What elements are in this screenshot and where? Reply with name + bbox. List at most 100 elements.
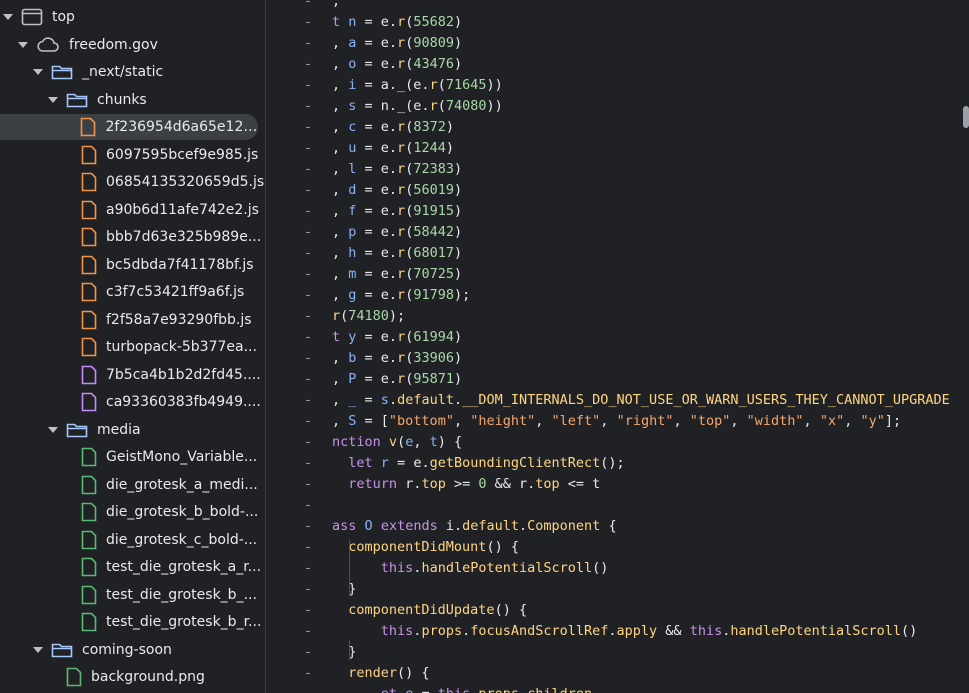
tree-file-item[interactable]: die_grotesk_b_bold-... [0, 499, 265, 525]
tree-file-item[interactable]: f2f58a7e93290fbb.js [0, 307, 265, 333]
code-token: ); [388, 308, 406, 324]
code-token: , [332, 140, 349, 156]
code-token: ) [453, 245, 463, 261]
expand-arrow-icon[interactable] [48, 426, 58, 433]
code-token: 91798 [413, 287, 454, 303]
code-token: = e. [356, 14, 398, 30]
tree-folder-item[interactable]: _next/static [0, 59, 265, 85]
indent-guide [349, 540, 350, 596]
expand-arrow-icon[interactable] [18, 41, 28, 48]
tree-file-item[interactable]: bc5dbda7f41178bf.js [0, 252, 265, 278]
tree-file-item[interactable]: test_die_grotesk_b_r... [0, 609, 265, 635]
code-token: = e. [356, 224, 398, 240]
tree-file-item[interactable]: 06854135320659d5.js [0, 169, 265, 195]
code-token: <= t [559, 476, 601, 492]
tree-file-item[interactable]: 6097595bcef9e985.js [0, 142, 265, 168]
tree-folder-item[interactable]: top [0, 4, 265, 30]
code-token: ; [332, 0, 341, 9]
code-token: . [453, 392, 463, 408]
code-viewer[interactable]: -; - t n = e.r(55682) -, a = e.r(90809) -, o… [266, 0, 969, 693]
code-token: ) [453, 371, 463, 387]
expand-arrow-icon[interactable] [48, 96, 58, 103]
line-gutter-marker: - [304, 476, 313, 492]
code-token: , [332, 77, 349, 93]
code-text: , f = e.r(91915) [332, 201, 462, 222]
tree-file-item[interactable]: bbb7d63e325b989e... [0, 224, 265, 250]
code-text: , b = e.r(33906) [332, 348, 462, 369]
line-gutter-marker: - [304, 245, 313, 261]
script-file-icon [81, 282, 97, 302]
code-token: this [380, 623, 414, 639]
code-token: )) [486, 98, 503, 114]
code-line: - , P = e.r(95871) [266, 369, 969, 390]
code-token: "right" [616, 413, 674, 429]
line-gutter-marker: - [304, 287, 313, 303]
tree-file-item[interactable]: c3f7c53421ff9a6f.js [0, 279, 265, 305]
tree-file-item[interactable]: die_grotesk_a_medi... [0, 472, 265, 498]
code-line: - , f = e.r(91915) [266, 201, 969, 222]
code-token: componentDidUpdate [348, 602, 495, 618]
tree-file-item[interactable]: turbopack-5b377ea... [0, 334, 265, 360]
code-token: r [429, 98, 438, 114]
font-file-icon [81, 530, 97, 550]
tree-file-item[interactable]: 2f236954d6a65e12.js [0, 114, 258, 140]
code-token: extends [380, 518, 438, 534]
tree-file-item[interactable]: GeistMono_Variable... [0, 444, 265, 470]
code-token: , [332, 266, 349, 282]
code-text: return r.top >= 0 && r.top <= t [332, 474, 600, 495]
code-text: , i = a._(e.r(71645)) [332, 75, 503, 96]
tree-folder-item[interactable]: media [0, 417, 265, 443]
expand-arrow-icon[interactable] [3, 14, 13, 20]
line-gutter-marker: - [304, 140, 313, 156]
line-gutter-marker: - [304, 119, 313, 135]
code-token: , [803, 413, 820, 429]
code-text: , _ = s.default.__DOM_INTERNALS_DO_NOT_U… [332, 390, 950, 411]
line-gutter-marker: - [304, 308, 313, 324]
code-token: , [332, 224, 349, 240]
code-text: , S = ["bottom", "height", "left", "righ… [332, 411, 901, 432]
tree-file-item[interactable]: die_grotesk_c_bold-... [0, 527, 265, 553]
code-token: handlePotentialScroll [421, 560, 593, 576]
code-token: . [519, 686, 527, 693]
code-token: = e. [356, 287, 398, 303]
code-token: r [397, 224, 406, 240]
tree-folder-item[interactable]: coming-soon [0, 637, 265, 663]
code-token: () [592, 560, 609, 576]
code-token: return [348, 476, 398, 492]
tree-file-item[interactable]: test_die_grotesk_b_... [0, 582, 265, 608]
code-token: , [332, 98, 349, 114]
code-token: children [527, 686, 592, 693]
tree-folder-item[interactable]: chunks [0, 87, 265, 113]
code-token: r [397, 203, 406, 219]
file-icon [81, 392, 97, 412]
tree-file-item[interactable]: ca93360383fb4949.... [0, 389, 265, 415]
script-file-icon [81, 200, 97, 220]
code-token: { [600, 518, 617, 534]
tree-file-item[interactable]: a90b6d11afe742e2.js [0, 197, 265, 223]
line-gutter-marker: - [304, 182, 313, 198]
line-gutter-marker: - [304, 644, 313, 660]
code-line: - t n = e.r(55682) [266, 12, 969, 33]
code-token: = [413, 686, 437, 693]
code-token: () [901, 623, 918, 639]
code-token: , [332, 245, 349, 261]
code-token: 55682 [413, 14, 454, 30]
tree-file-item[interactable]: 7b5ca4b1b2d2fd45.... [0, 362, 265, 388]
code-token: = e. [356, 161, 398, 177]
code-text: , c = e.r(8372) [332, 117, 454, 138]
expand-arrow-icon[interactable] [33, 69, 43, 75]
code-token: , [332, 287, 349, 303]
tree-folder-item[interactable]: freedom.gov [0, 32, 265, 58]
code-token: r [397, 161, 406, 177]
line-gutter-marker: - [304, 665, 313, 681]
expand-arrow-icon[interactable] [33, 646, 43, 653]
line-gutter-marker: - [304, 224, 313, 240]
tree-file-item[interactable]: test_die_grotesk_a_r... [0, 554, 265, 580]
tree-file-item[interactable]: background.png [0, 664, 265, 690]
code-token: this [689, 623, 723, 639]
code-token: = e. [356, 56, 398, 72]
code-token: ) [445, 140, 454, 156]
file-icon [81, 365, 97, 385]
code-line: - , _ = s.default.__DOM_INTERNALS_DO_NOT_… [266, 390, 969, 411]
